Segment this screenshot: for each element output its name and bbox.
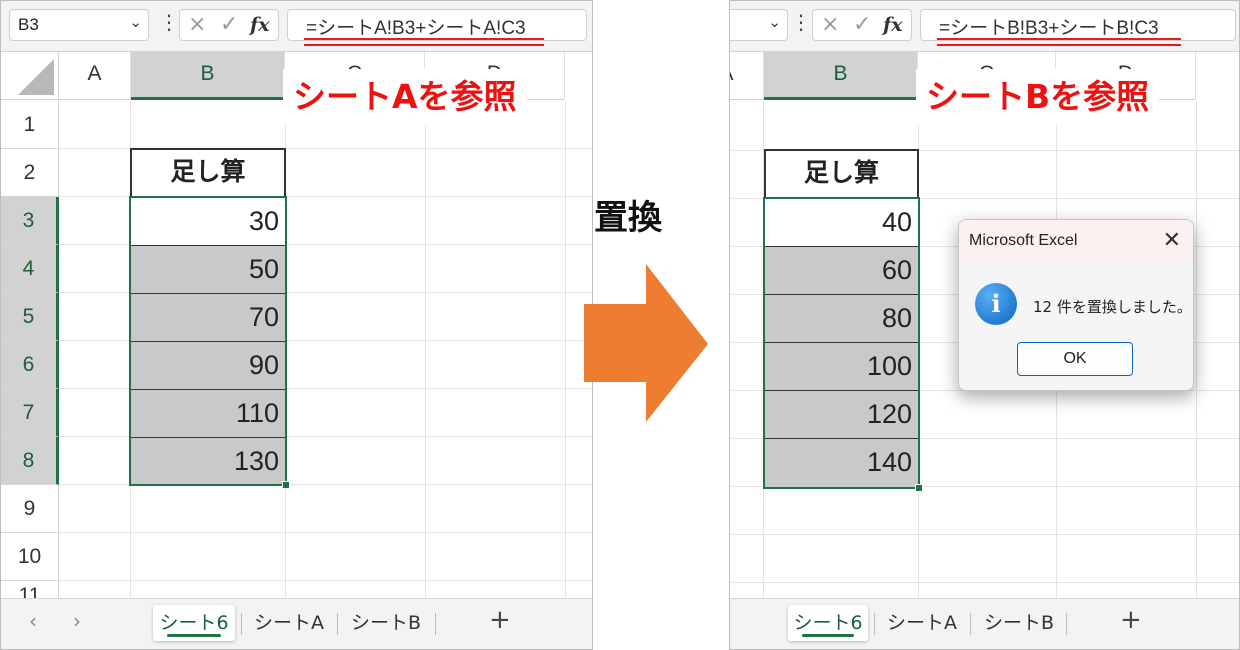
dialog-title: Microsoft Excel [969,232,1078,249]
cancel-icon[interactable]: × [188,12,206,37]
row-header-6[interactable]: 6 [1,341,59,389]
column-header-a[interactable]: A [730,52,764,100]
chevron-down-icon[interactable]: ⌄ [129,13,142,31]
tab-sheet6-label: シート6 [793,612,863,634]
fill-handle[interactable] [915,484,923,492]
name-box-value: B3 [18,15,39,34]
formula-input[interactable]: =シートB!B3+シートB!C3 [920,9,1236,46]
name-box[interactable]: B3 ⌄ [9,9,149,41]
next-sheet-icon[interactable]: › [73,609,81,633]
column-header-b[interactable]: B [764,52,918,100]
row-header-4[interactable]: 4 [1,245,59,293]
enter-icon[interactable]: ✓ [853,12,871,37]
row-header-9[interactable]: 9 [1,485,59,533]
fill-handle[interactable] [282,481,290,489]
sheet-a-reference-label: シートAを参照 [283,69,527,125]
name-box[interactable]: ⌄ [730,9,788,41]
tab-sheet6[interactable]: シート6 [153,605,235,641]
sheet-b-reference-label: シートBを参照 [916,69,1160,125]
sheet-tab-bar: ‹ › シート6 シートA シートB + [1,598,592,649]
kebab-icon[interactable]: ⋮ [159,10,179,34]
replace-label: 置換 [594,198,662,238]
kebab-icon[interactable]: ⋮ [791,10,811,34]
column-header-a[interactable]: A [59,52,131,100]
cancel-icon[interactable]: × [821,12,839,37]
row-header-8[interactable]: 8 [1,437,59,485]
select-all-corner[interactable] [1,52,59,100]
formula-underline [937,38,1181,46]
dialog-message: 12 件を置換しました。 [1033,298,1192,316]
dialog-titlebar: Microsoft Excel ✕ [959,220,1193,262]
right-arrow-icon [584,264,708,422]
add-sheet-icon[interactable]: + [489,605,511,635]
row-header-10[interactable]: 10 [1,533,59,581]
sheet-tab-bar: シート6 シートA シートB + [730,598,1239,649]
chevron-down-icon[interactable]: ⌄ [768,13,781,31]
formula-text: =シートB!B3+シートB!C3 [939,18,1159,39]
formula-input[interactable]: =シートA!B3+シートA!C3 [287,9,587,46]
formula-bar: ⌄ ⋮ × ✓ fx =シートB!B3+シートB!C3 [730,1,1239,52]
close-icon[interactable]: ✕ [1163,228,1181,253]
formula-text: =シートA!B3+シートA!C3 [306,18,526,39]
row-header-5[interactable]: 5 [1,293,59,341]
enter-icon[interactable]: ✓ [220,12,238,37]
formula-bar: B3 ⌄ ⋮ × ✓ fx =シートA!B3+シートA!C3 [1,1,592,52]
column-header-b[interactable]: B [131,52,285,100]
formula-underline [304,38,544,46]
cell-b2[interactable]: 足し算 [764,149,919,199]
selection-range [763,197,920,489]
replace-result-dialog: Microsoft Excel ✕ i 12 件を置換しました。 OK [958,219,1194,391]
ok-button[interactable]: OK [1017,342,1133,376]
tab-sheetb[interactable]: シートB [976,605,1062,641]
row-header-7[interactable]: 7 [1,389,59,437]
tab-sheeta[interactable]: シートA [247,605,331,641]
add-sheet-icon[interactable]: + [1120,605,1142,635]
prev-sheet-icon[interactable]: ‹ [29,609,37,633]
row-header-3[interactable]: 3 [1,197,59,245]
insert-function-icon[interactable]: fx [883,14,903,36]
tab-sheet6-label: シート6 [159,612,229,634]
tab-sheetb[interactable]: シートB [343,605,429,641]
selection-range [129,196,287,486]
tab-sheeta[interactable]: シートA [880,605,964,641]
insert-function-icon[interactable]: fx [250,14,270,36]
row-header-1[interactable]: 1 [1,101,59,149]
cell-b2[interactable]: 足し算 [130,148,286,197]
formula-buttons: × ✓ fx [812,9,912,41]
tab-sheet6[interactable]: シート6 [788,605,868,641]
row-header-2[interactable]: 2 [1,149,59,197]
left-excel-window: B3 ⌄ ⋮ × ✓ fx =シートA!B3+シートA!C3 A B C D 1… [0,0,593,650]
info-icon: i [975,283,1017,325]
formula-buttons: × ✓ fx [179,9,279,41]
